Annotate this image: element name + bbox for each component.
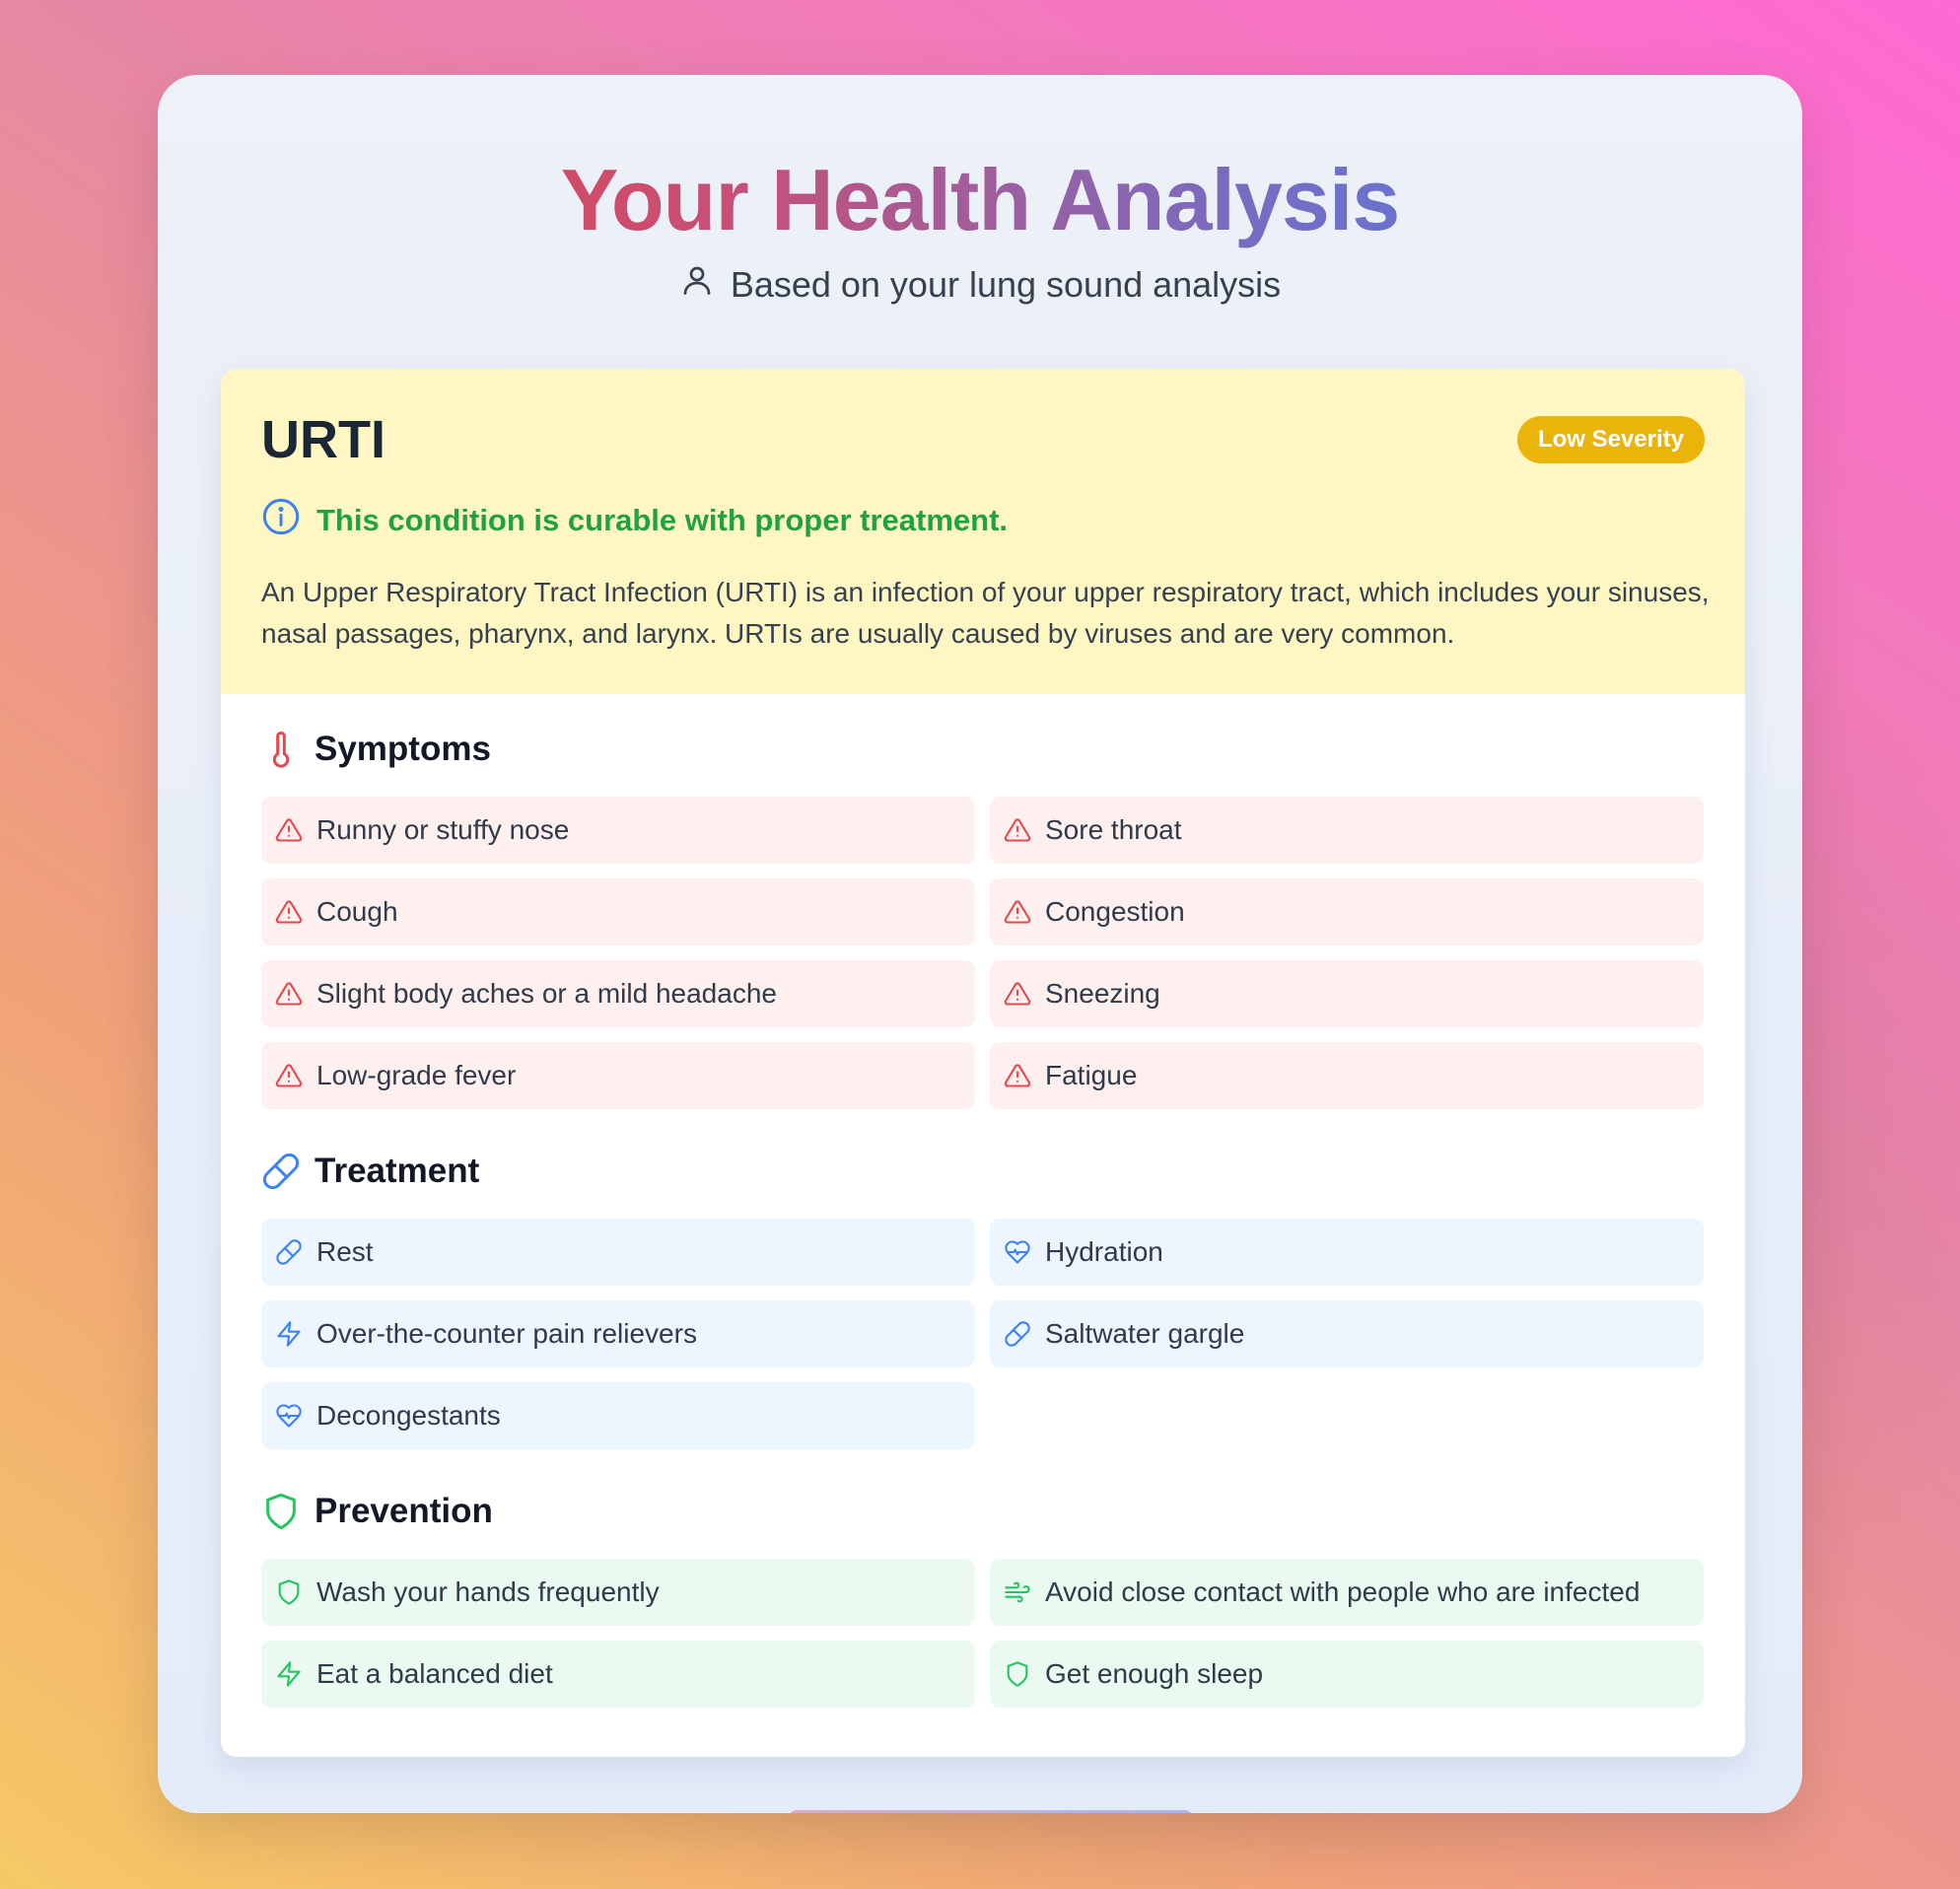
condition-description: An Upper Respiratory Tract Infection (UR…	[261, 577, 1710, 649]
pill-icon	[261, 1152, 301, 1191]
results-panel: Your Health Analysis Based on your lung …	[158, 75, 1802, 1813]
treatment-title: Treatment	[315, 1152, 480, 1190]
treatment-label: Saltwater gargle	[1045, 1318, 1245, 1349]
treatment-heading: Treatment	[261, 1152, 479, 1191]
symptom-label: Congestion	[1045, 896, 1185, 927]
prevention-list: Wash your hands frequently Avoid close c…	[261, 1559, 1705, 1708]
prevention-item: Eat a balanced diet	[261, 1641, 975, 1708]
treatment-item: Hydration	[990, 1219, 1704, 1286]
symptom-item: Cough	[261, 878, 975, 945]
prevention-item: Get enough sleep	[990, 1641, 1704, 1708]
prevention-label: Wash your hands frequently	[316, 1576, 660, 1607]
symptom-label: Sneezing	[1045, 978, 1160, 1009]
pill-icon	[276, 1239, 302, 1265]
symptom-item: Sore throat	[990, 797, 1704, 864]
treatment-label: Over-the-counter pain relievers	[316, 1318, 697, 1349]
symptom-label: Cough	[316, 896, 398, 927]
warning-icon	[1004, 818, 1031, 842]
warning-icon	[275, 982, 303, 1006]
prevention-item: Wash your hands frequently	[261, 1559, 975, 1626]
treatment-item: Rest	[261, 1219, 975, 1286]
subtitle-text: Based on your lung sound analysis	[730, 263, 1282, 305]
prevention-title: Prevention	[315, 1492, 493, 1530]
user-icon	[679, 262, 715, 307]
symptom-item: Fatigue	[990, 1042, 1704, 1109]
symptom-item: Runny or stuffy nose	[261, 797, 975, 864]
wind-icon	[1005, 1581, 1030, 1603]
warning-icon	[275, 900, 303, 924]
condition-card: URTI Low Severity This condition is cura…	[221, 369, 1745, 1757]
page-title: Your Health Analysis	[158, 146, 1802, 254]
symptoms-heading: Symptoms	[261, 730, 491, 769]
symptom-item: Sneezing	[990, 960, 1704, 1027]
curable-text: This condition is curable with proper tr…	[316, 503, 1009, 537]
symptom-item: Congestion	[990, 878, 1704, 945]
symptoms-title: Symptoms	[315, 730, 491, 768]
shield-icon	[278, 1579, 300, 1605]
treatment-label: Hydration	[1045, 1236, 1163, 1267]
condition-name: URTI	[261, 410, 385, 469]
lightning-icon	[277, 1661, 301, 1687]
severity-badge: Low Severity	[1516, 416, 1705, 463]
treatment-label: Decongestants	[316, 1400, 501, 1431]
thermometer-icon	[261, 730, 301, 769]
action-button-edge[interactable]	[789, 1810, 1193, 1813]
prevention-label: Eat a balanced diet	[316, 1658, 553, 1689]
warning-icon	[275, 818, 303, 842]
symptom-item: Low-grade fever	[261, 1042, 975, 1109]
treatment-item: Saltwater gargle	[990, 1300, 1704, 1367]
warning-icon	[1004, 900, 1031, 924]
prevention-heading: Prevention	[261, 1492, 493, 1531]
symptom-item: Slight body aches or a mild headache	[261, 960, 975, 1027]
shield-icon	[261, 1492, 301, 1531]
warning-icon	[1004, 1064, 1031, 1087]
symptom-label: Fatigue	[1045, 1060, 1138, 1090]
shield-icon	[1007, 1661, 1028, 1687]
prevention-label: Avoid close contact with people who are …	[1045, 1576, 1641, 1607]
symptom-label: Low-grade fever	[316, 1060, 517, 1090]
warning-icon	[275, 1064, 303, 1087]
heart-pulse-icon	[276, 1404, 302, 1428]
curable-note: This condition is curable with proper tr…	[261, 497, 1008, 544]
treatment-item: Over-the-counter pain relievers	[261, 1300, 975, 1367]
prevention-label: Get enough sleep	[1045, 1658, 1264, 1689]
treatment-list: Rest Hydration Over-the-counter pain rel…	[261, 1219, 1705, 1449]
symptom-label: Slight body aches or a mild headache	[316, 978, 777, 1009]
lightning-icon	[277, 1321, 301, 1347]
condition-header: URTI Low Severity This condition is cura…	[221, 369, 1745, 694]
treatment-label: Rest	[316, 1236, 374, 1267]
pill-icon	[1005, 1321, 1030, 1347]
symptoms-list: Runny or stuffy nose Sore throat Cough C…	[261, 797, 1705, 1109]
warning-icon	[1004, 982, 1031, 1006]
symptom-label: Runny or stuffy nose	[316, 814, 570, 845]
symptom-label: Sore throat	[1045, 814, 1182, 845]
treatment-item: Decongestants	[261, 1382, 975, 1449]
subtitle: Based on your lung sound analysis	[158, 262, 1802, 307]
info-icon	[261, 497, 301, 544]
heart-pulse-icon	[1005, 1240, 1030, 1264]
prevention-item: Avoid close contact with people who are …	[990, 1559, 1704, 1626]
